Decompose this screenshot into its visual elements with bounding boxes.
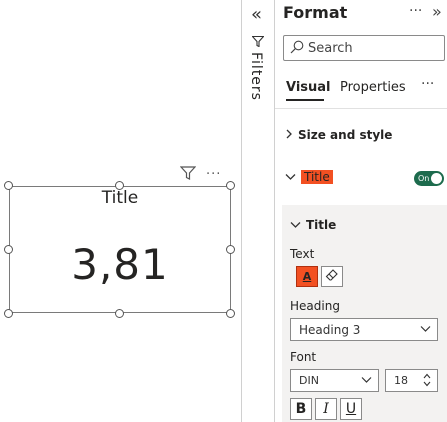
format-pane: Format ··· » Search Visual Properties ··… [275,0,447,422]
chevron-right-icon [285,128,293,142]
card-value: 3,81 [71,240,169,289]
heading-dropdown[interactable]: Heading 3 [290,318,438,341]
search-input[interactable]: Search [283,35,445,61]
tabs-divider [275,108,447,109]
resize-handle-bottom[interactable] [115,309,124,318]
underline-button[interactable]: U [340,398,362,420]
chevron-down-icon [290,218,301,232]
format-pane-title: Format [283,3,348,22]
tabs-more-icon[interactable]: ··· [421,76,434,92]
filter-icon [251,32,265,51]
more-options-icon[interactable]: ··· [206,167,221,182]
resize-handle-bottom-left[interactable] [4,309,13,318]
text-color-button[interactable]: A [296,266,318,287]
chevron-down-icon [420,322,431,336]
more-options-icon[interactable]: ··· [409,3,422,19]
double-chevron-left-icon[interactable]: « [251,4,262,25]
subsection-title[interactable]: Title [290,218,336,232]
clear-format-button[interactable] [321,266,343,287]
tab-active-indicator [286,99,324,101]
text-label: Text [290,247,315,261]
font-size-stepper[interactable]: 18 [385,369,438,392]
double-chevron-right-icon[interactable]: » [432,2,442,21]
heading-label: Heading [290,299,340,313]
chevron-down-icon [361,373,372,387]
section-title[interactable]: Title [285,170,333,184]
eraser-icon [325,268,339,285]
toggle-label: On [418,174,430,183]
tab-properties[interactable]: Properties [340,80,406,95]
font-size-value: 18 [394,374,408,387]
font-label: Font [290,350,317,364]
section-label: Size and style [298,128,393,142]
chevron-down-icon [285,170,296,184]
search-placeholder: Search [308,40,353,56]
visual-header: ··· [179,165,221,184]
font-color-icon: A [302,270,312,283]
filters-pane[interactable]: « Filters [241,0,275,422]
bold-button[interactable]: B [290,398,312,420]
title-toggle[interactable]: On [414,171,444,186]
title-settings-card: Title Text A Heading Heading 3 Font DIN … [282,205,447,422]
report-canvas: ··· Title 3,81 [0,0,241,422]
search-icon [290,39,304,58]
heading-value: Heading 3 [299,322,361,337]
resize-handle-bottom-right[interactable] [226,309,235,318]
font-value: DIN [299,374,319,387]
stepper-arrows-icon[interactable] [423,372,431,391]
section-label: Title [301,170,333,184]
italic-button[interactable]: I [315,398,337,420]
section-size-and-style[interactable]: Size and style [285,128,392,142]
font-family-dropdown[interactable]: DIN [290,369,379,392]
tab-visual[interactable]: Visual [286,80,331,95]
subsection-label: Title [306,218,337,232]
toggle-knob [431,173,442,184]
card-title: Title [101,188,139,208]
filter-icon[interactable] [179,165,197,184]
filters-label[interactable]: Filters [248,52,264,101]
